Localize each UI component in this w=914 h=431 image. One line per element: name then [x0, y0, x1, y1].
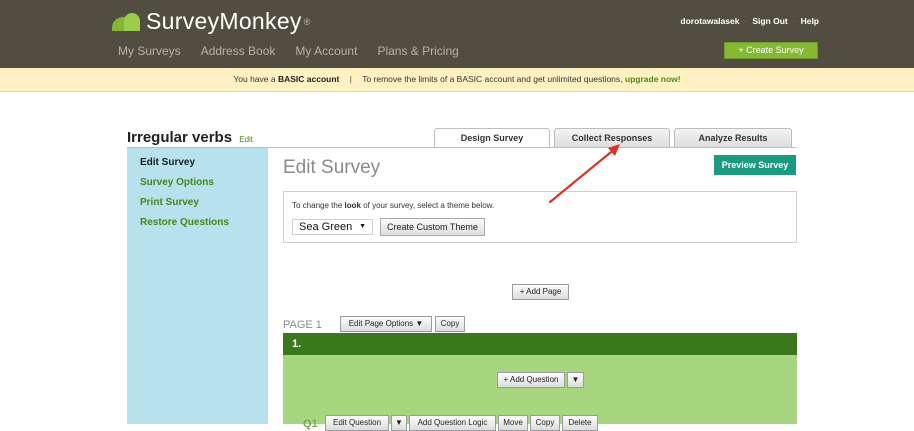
theme-select-value: Sea Green: [299, 221, 353, 233]
add-question-dropdown[interactable]: ▼: [567, 372, 584, 388]
account-banner: You have a BASIC account | To remove the…: [0, 68, 914, 92]
page-title: Edit Survey: [283, 157, 381, 178]
delete-question-button[interactable]: Delete: [562, 415, 598, 431]
nav-plans-pricing[interactable]: Plans & Pricing: [377, 44, 458, 58]
edit-title-link[interactable]: Edit: [239, 135, 253, 144]
nav-address-book[interactable]: Address Book: [201, 44, 276, 58]
tab-design-survey[interactable]: Design Survey: [434, 128, 550, 148]
survey-title: Irregular verbs Edit: [127, 129, 253, 146]
edit-question-button[interactable]: Edit Question: [325, 415, 389, 431]
add-page-button[interactable]: + Add Page: [512, 284, 569, 300]
sidebar-item-edit-survey[interactable]: Edit Survey: [140, 156, 268, 176]
banner-separator: |: [349, 74, 352, 84]
sidebar-item-print-survey[interactable]: Print Survey: [140, 196, 268, 216]
help-link[interactable]: Help: [801, 16, 819, 26]
banner-prefix: You have a: [233, 74, 276, 84]
banner-message: To remove the limits of a BASIC account …: [362, 74, 623, 84]
top-header: SurveyMonkey ® My Surveys Address Book M…: [0, 0, 914, 68]
nav-separator: ·: [792, 16, 796, 26]
create-custom-theme-button[interactable]: Create Custom Theme: [380, 218, 485, 236]
create-survey-button[interactable]: + Create Survey: [724, 42, 818, 59]
edit-question-dropdown[interactable]: ▼: [391, 415, 407, 431]
username-link[interactable]: dorotawalasek: [680, 16, 739, 26]
logo-icon: [112, 12, 140, 31]
theme-text-bold: look: [344, 201, 361, 210]
upgrade-now-link[interactable]: upgrade now!: [625, 74, 681, 84]
add-question-button[interactable]: + Add Question: [497, 372, 565, 388]
sidebar-item-restore-questions[interactable]: Restore Questions: [140, 216, 268, 236]
nav-separator: ·: [744, 16, 748, 26]
main-nav: My Surveys Address Book My Account Plans…: [118, 44, 479, 58]
brand-name: SurveyMonkey: [146, 8, 302, 34]
sign-out-link[interactable]: Sign Out: [752, 16, 787, 26]
chevron-down-icon: ▼: [359, 223, 366, 230]
theme-text-prefix: To change the: [292, 201, 343, 210]
sidebar: Edit Survey Survey Options Print Survey …: [127, 148, 268, 424]
nav-my-surveys[interactable]: My Surveys: [118, 44, 181, 58]
surveymonkey-logo[interactable]: SurveyMonkey ®: [112, 8, 310, 35]
nav-my-account[interactable]: My Account: [295, 44, 357, 58]
trademark-symbol: ®: [303, 16, 311, 27]
edit-page-options-button[interactable]: Edit Page Options ▼: [340, 316, 432, 332]
theme-instructions: To change the look of your survey, selec…: [292, 201, 494, 210]
banner-account-type: BASIC account: [277, 74, 340, 84]
add-question-logic-button[interactable]: Add Question Logic: [409, 415, 496, 431]
question-label: Q1: [303, 418, 318, 430]
question-header: 1.: [283, 333, 797, 355]
survey-name: Irregular verbs: [127, 129, 233, 146]
theme-select[interactable]: Sea Green ▼: [292, 219, 373, 235]
annotation-arrow-icon: [548, 144, 620, 204]
tab-analyze-results[interactable]: Analyze Results: [674, 128, 792, 148]
copy-question-button[interactable]: Copy: [530, 415, 560, 431]
page-label: PAGE 1: [283, 319, 322, 331]
sidebar-item-survey-options[interactable]: Survey Options: [140, 176, 268, 196]
user-nav: dorotawalasek · Sign Out · Help: [680, 16, 819, 26]
theme-text-suffix: of your survey, select a theme below.: [363, 201, 495, 210]
preview-survey-button[interactable]: Preview Survey: [714, 155, 796, 175]
copy-page-button[interactable]: Copy: [435, 316, 465, 332]
move-question-button[interactable]: Move: [498, 415, 528, 431]
